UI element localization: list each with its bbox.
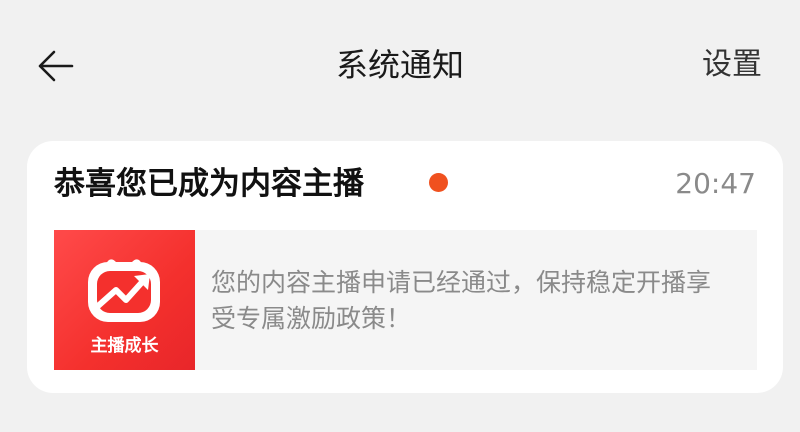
thumbnail-label: 主播成长: [90, 336, 159, 356]
top-nav-bar: 系统通知 设置: [0, 0, 800, 130]
notification-card[interactable]: 恭喜您已成为内容主播 20:47 主播成长 您的内容主播申请已经通过，保持稳定开…: [27, 141, 783, 393]
settings-button[interactable]: 设置: [702, 40, 762, 90]
notification-message: 您的内容主播申请已经通过，保持稳定开播享受专属激励政策！: [211, 268, 712, 333]
notification-thumbnail: 主播成长: [54, 230, 195, 370]
page-title: 系统通知: [335, 46, 464, 84]
notification-time: 20:47: [675, 167, 756, 200]
arrow-left-icon: [38, 50, 74, 82]
unread-dot: [429, 173, 448, 192]
notification-title: 恭喜您已成为内容主播: [54, 166, 364, 202]
back-button[interactable]: [28, 38, 84, 94]
notification-content[interactable]: 主播成长 您的内容主播申请已经通过，保持稳定开播享受专属激励政策！: [54, 230, 757, 370]
growth-chart-logo-icon: [88, 259, 160, 322]
